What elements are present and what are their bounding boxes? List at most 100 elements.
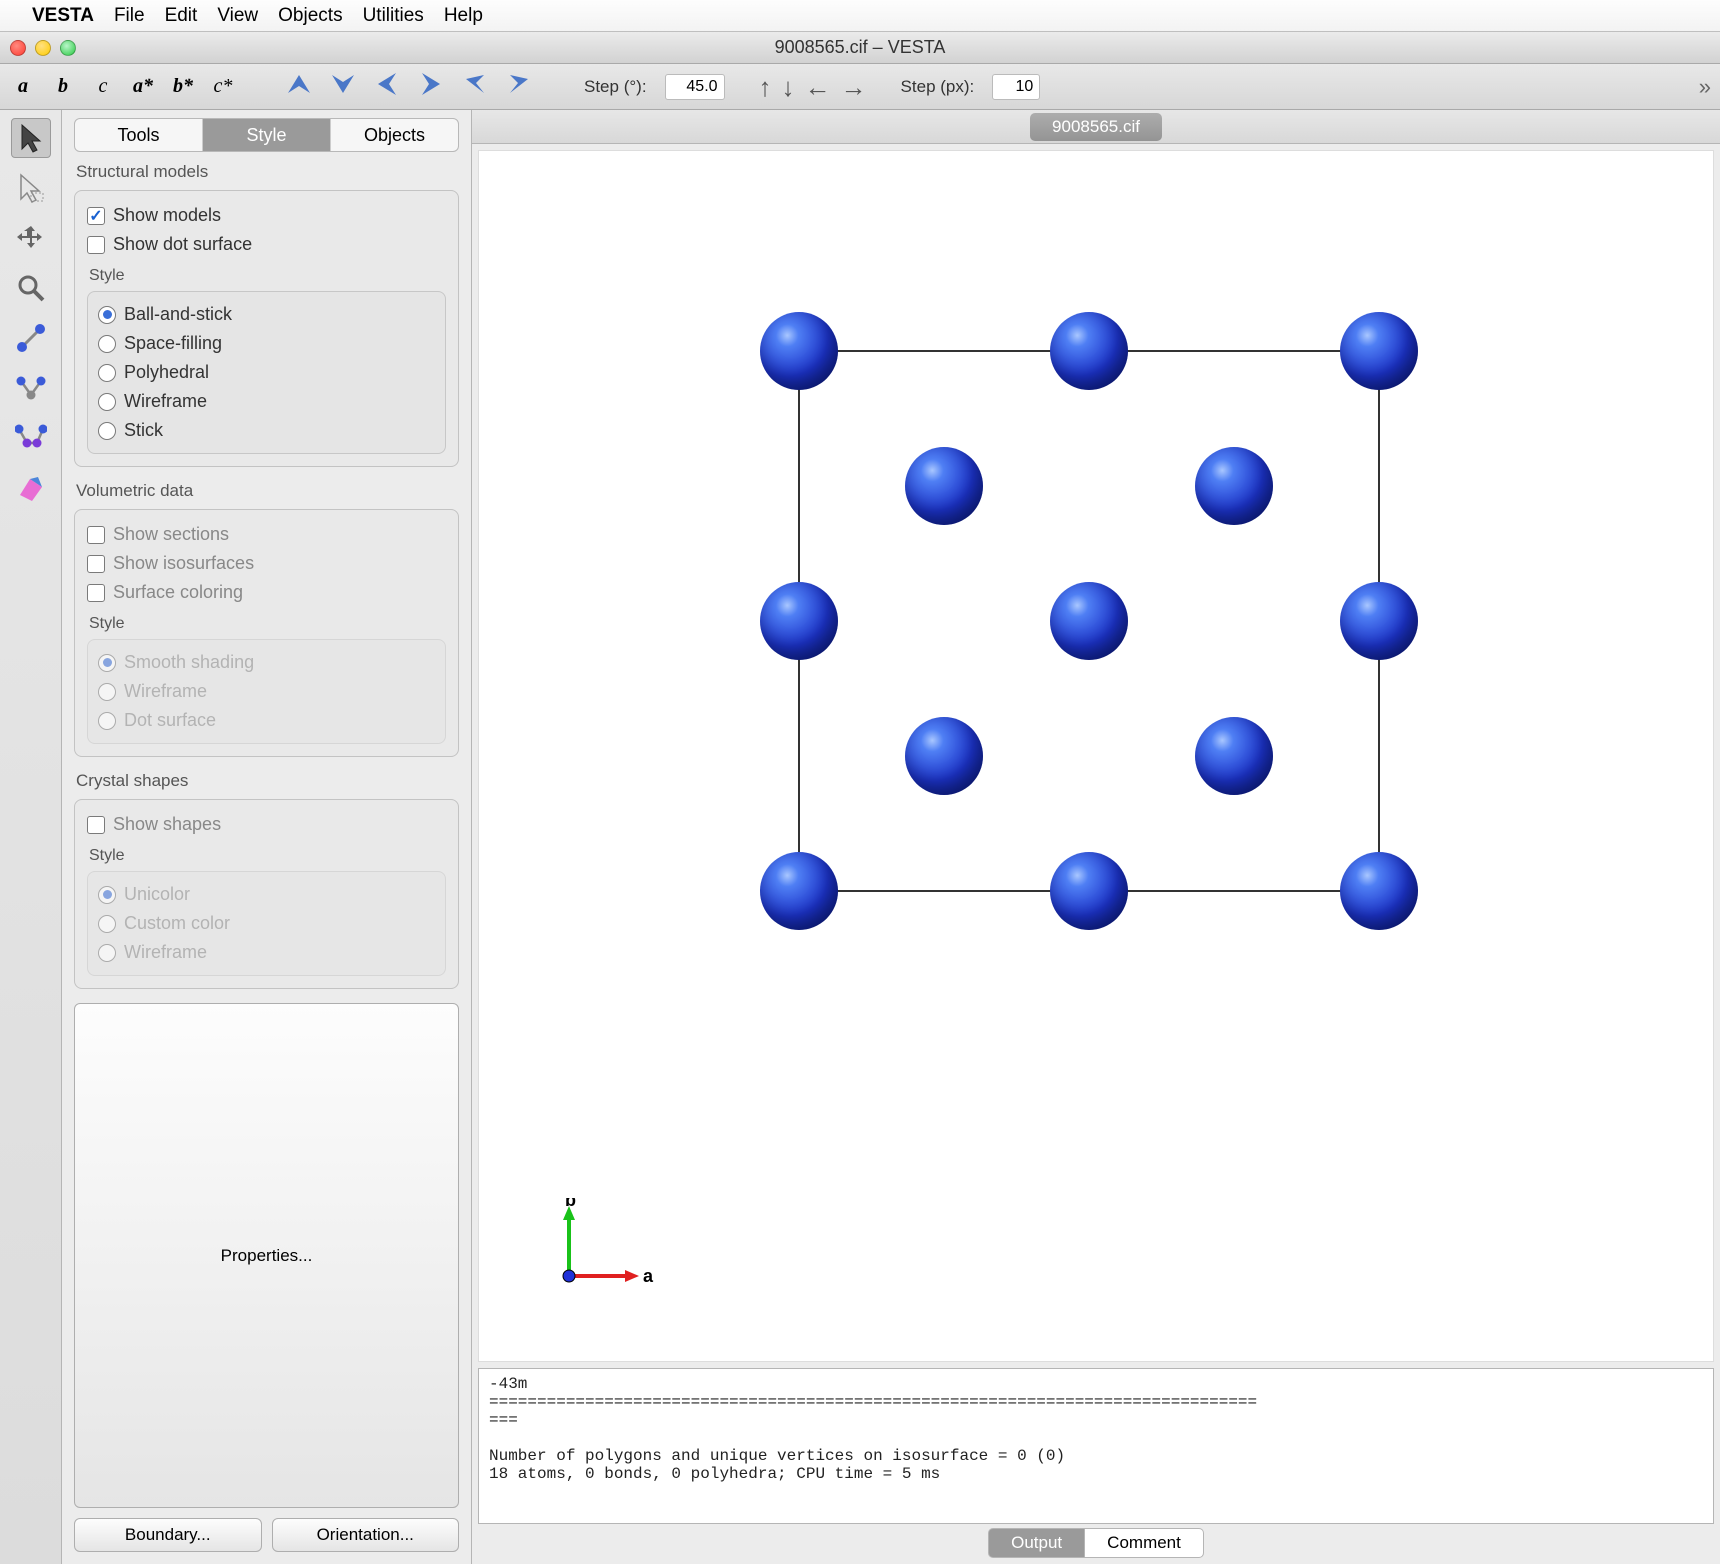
pan-down-icon[interactable]: ↓: [782, 74, 795, 100]
output-text[interactable]: -43m ===================================…: [478, 1368, 1714, 1524]
vol-wireframe-radio: Wireframe: [98, 677, 435, 706]
rotate-cw-icon[interactable]: [506, 71, 532, 103]
step-deg-input[interactable]: [665, 74, 725, 100]
structural-style-options: Ball-and-stick Space-filling Polyhedral …: [87, 291, 446, 454]
crystal-style-label: Style: [89, 847, 446, 865]
step-px-label: Step (px):: [901, 77, 975, 97]
axis-cstar-button[interactable]: c*: [212, 75, 234, 98]
show-models-label: Show models: [113, 205, 221, 226]
sidebar: Tools Style Objects Structural models Sh…: [62, 110, 472, 1564]
tool-plane-icon[interactable]: [11, 468, 51, 508]
crystal-style-options: Unicolor Custom color Wireframe: [87, 871, 446, 976]
atom: [1340, 582, 1418, 660]
app-name[interactable]: VESTA: [32, 5, 94, 27]
rotate-left-icon[interactable]: [374, 71, 400, 103]
crystal-shapes-label: Crystal shapes: [76, 771, 459, 791]
pan-up-icon[interactable]: ↑: [759, 74, 772, 100]
tool-bond-icon[interactable]: [11, 318, 51, 358]
atom: [760, 852, 838, 930]
style-ball-stick-radio[interactable]: Ball-and-stick: [98, 300, 435, 329]
style-stick-radio[interactable]: Stick: [98, 416, 435, 445]
axis-b-button[interactable]: b: [52, 75, 74, 98]
atom: [760, 582, 838, 660]
3d-viewport[interactable]: b a: [478, 150, 1714, 1362]
show-dot-surface-label: Show dot surface: [113, 234, 252, 255]
properties-button[interactable]: Properties...: [74, 1003, 459, 1508]
tab-objects[interactable]: Objects: [331, 119, 458, 151]
main-area: 9008565.cif: [472, 110, 1720, 1564]
rotate-down-icon[interactable]: [330, 71, 356, 103]
volumetric-style-options: Smooth shading Wireframe Dot surface: [87, 639, 446, 744]
tool-lasso-icon[interactable]: [11, 168, 51, 208]
menu-help[interactable]: Help: [444, 5, 483, 27]
tool-strip: [0, 110, 62, 1564]
output-area: -43m ===================================…: [478, 1368, 1714, 1558]
crystal-wireframe-radio: Wireframe: [98, 938, 435, 967]
output-tabs: Output Comment: [478, 1528, 1714, 1558]
crystal-unicolor-radio: Unicolor: [98, 880, 435, 909]
surface-coloring-checkbox: Surface coloring: [87, 578, 446, 607]
tool-dihedral-icon[interactable]: [11, 418, 51, 458]
maximize-button[interactable]: [60, 40, 76, 56]
rotate-ccw-icon[interactable]: [462, 71, 488, 103]
step-px-input[interactable]: [992, 74, 1040, 100]
menu-view[interactable]: View: [217, 5, 258, 27]
style-wireframe-radio[interactable]: Wireframe: [98, 387, 435, 416]
atom: [760, 312, 838, 390]
axis-a-button[interactable]: a: [12, 75, 34, 98]
menu-objects[interactable]: Objects: [278, 5, 342, 27]
tool-angle-icon[interactable]: [11, 368, 51, 408]
style-space-filling-radio[interactable]: Space-filling: [98, 329, 435, 358]
rotate-up-icon[interactable]: [286, 71, 312, 103]
axis-a-label: a: [643, 1266, 654, 1286]
menu-edit[interactable]: Edit: [165, 5, 198, 27]
axis-c-button[interactable]: c: [92, 75, 114, 98]
document-tab[interactable]: 9008565.cif: [1030, 113, 1162, 141]
volumetric-style-label: Style: [89, 615, 446, 633]
toolbar: a b c a* b* c* Step (°): ↑ ↓ ← → Step (p…: [0, 64, 1720, 110]
show-dot-surface-checkbox[interactable]: Show dot surface: [87, 230, 446, 259]
structural-models-group: Show models Show dot surface Style Ball-…: [74, 190, 459, 467]
style-polyhedral-radio[interactable]: Polyhedral: [98, 358, 435, 387]
menubar: VESTA File Edit View Objects Utilities H…: [0, 0, 1720, 32]
tool-zoom-icon[interactable]: [11, 268, 51, 308]
menu-file[interactable]: File: [114, 5, 145, 27]
atom: [905, 447, 983, 525]
atom: [1050, 852, 1128, 930]
pan-left-icon[interactable]: ←: [805, 74, 831, 100]
toolbar-overflow-icon[interactable]: »: [1699, 74, 1708, 100]
tab-tools[interactable]: Tools: [75, 119, 203, 151]
document-tabs: 9008565.cif: [472, 110, 1720, 144]
axis-bstar-button[interactable]: b*: [172, 75, 194, 98]
show-models-checkbox[interactable]: Show models: [87, 201, 446, 230]
volumetric-data-group: Show sections Show isosurfaces Surface c…: [74, 509, 459, 757]
window-title: 9008565.cif – VESTA: [775, 37, 946, 58]
minimize-button[interactable]: [35, 40, 51, 56]
tab-style[interactable]: Style: [203, 119, 331, 151]
boundary-button[interactable]: Boundary...: [74, 1518, 262, 1552]
menu-utilities[interactable]: Utilities: [363, 5, 424, 27]
tool-select-icon[interactable]: [11, 118, 51, 158]
crystal-custom-radio: Custom color: [98, 909, 435, 938]
orientation-button[interactable]: Orientation...: [272, 1518, 460, 1552]
structural-style-label: Style: [89, 267, 446, 285]
sidebar-tabs: Tools Style Objects: [74, 118, 459, 152]
output-tab[interactable]: Output: [988, 1528, 1085, 1558]
rotate-right-icon[interactable]: [418, 71, 444, 103]
pan-arrows: ↑ ↓ ← →: [759, 74, 867, 100]
axis-astar-button[interactable]: a*: [132, 75, 154, 98]
step-deg-label: Step (°):: [584, 77, 647, 97]
window-titlebar: 9008565.cif – VESTA: [0, 32, 1720, 64]
comment-tab[interactable]: Comment: [1085, 1528, 1204, 1558]
axis-gizmo: b a: [549, 1198, 659, 1301]
atom: [1340, 852, 1418, 930]
show-sections-checkbox: Show sections: [87, 520, 446, 549]
atom: [1195, 447, 1273, 525]
show-shapes-checkbox: Show shapes: [87, 810, 446, 839]
atom: [1050, 582, 1128, 660]
close-button[interactable]: [10, 40, 26, 56]
atom: [905, 717, 983, 795]
tool-move-icon[interactable]: [11, 218, 51, 258]
pan-right-icon[interactable]: →: [841, 74, 867, 100]
crystal-shapes-group: Show shapes Style Unicolor Custom color …: [74, 799, 459, 989]
